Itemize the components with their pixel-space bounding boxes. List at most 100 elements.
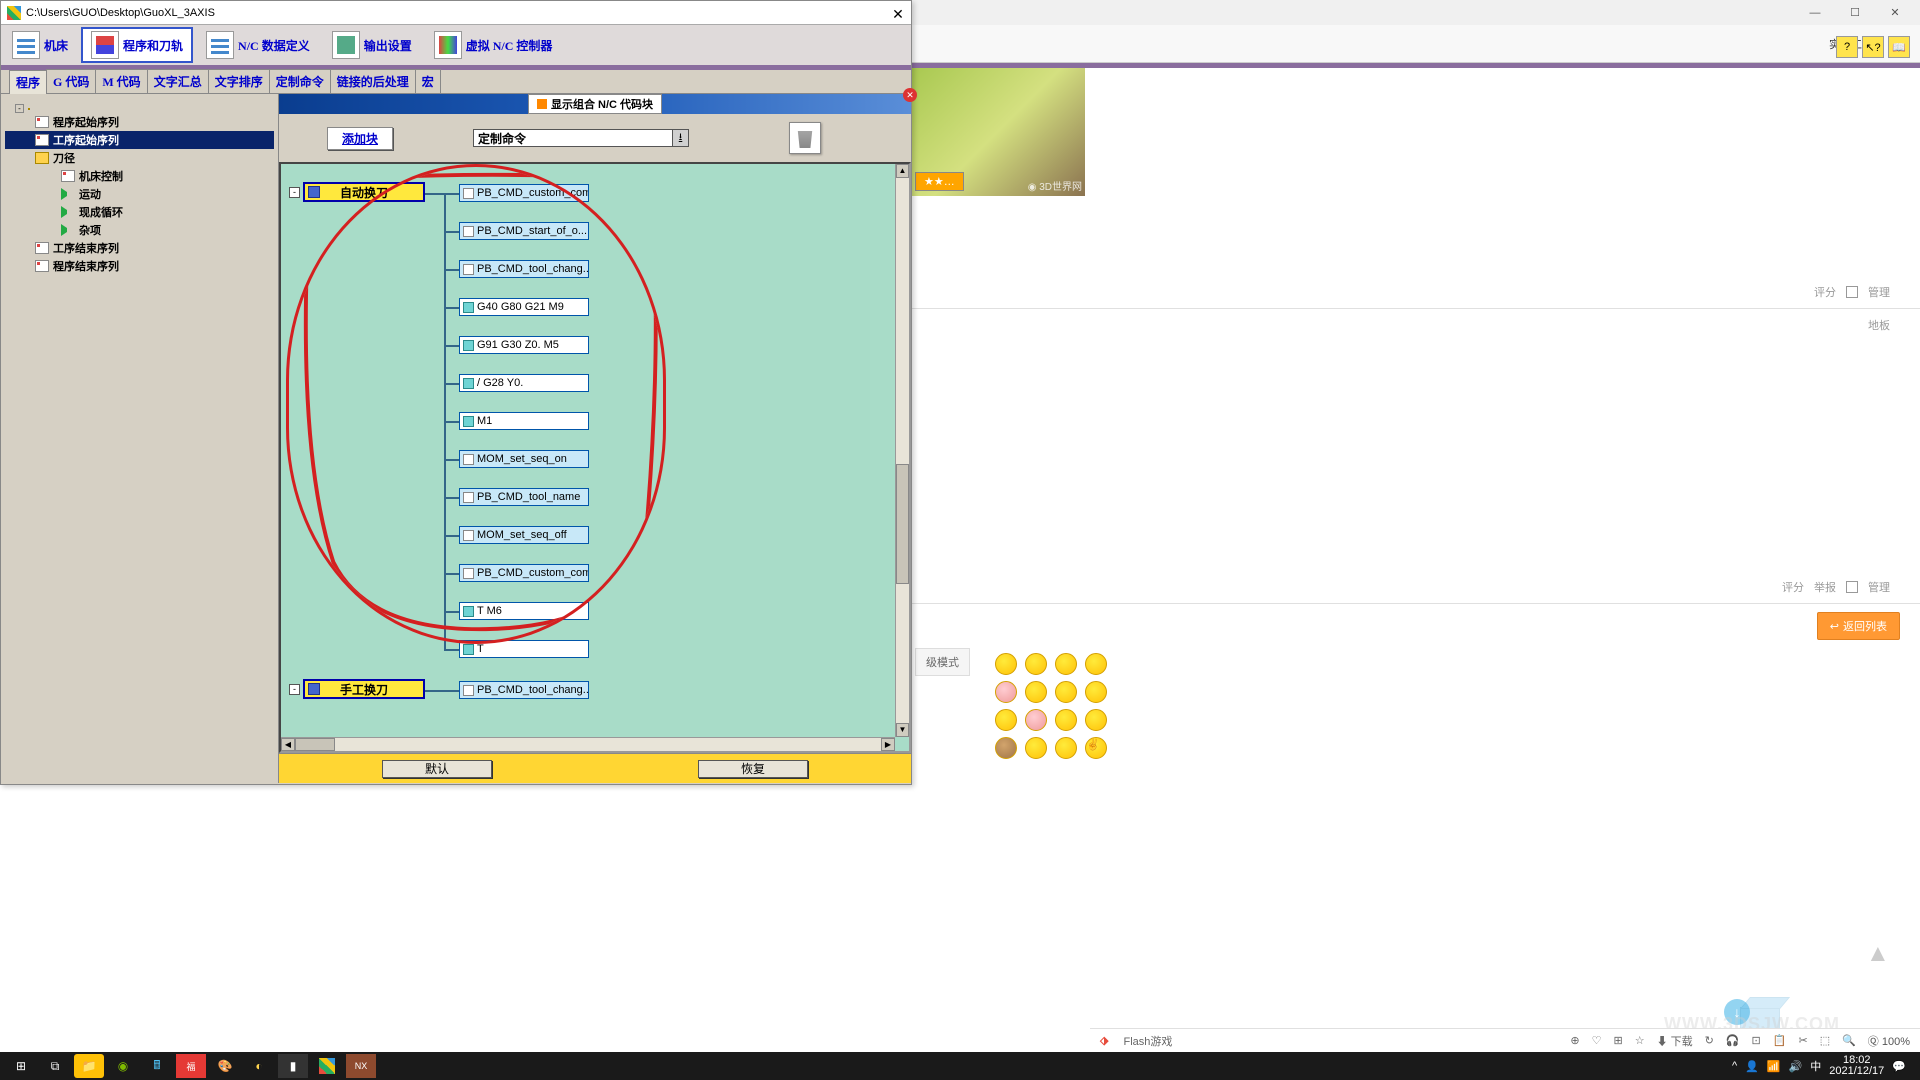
flash-label[interactable]: Flash游戏 <box>1123 1033 1172 1049</box>
delete-button[interactable]: ✕ <box>789 122 821 154</box>
combo-dropdown-icon[interactable]: ⭳ <box>673 129 689 147</box>
tree-item[interactable]: 刀径 <box>5 149 274 167</box>
status-icon[interactable]: ✂ <box>1798 1034 1807 1047</box>
horizontal-scrollbar[interactable]: ◀▶ <box>281 737 895 751</box>
subtab-custom-cmd[interactable]: 定制命令 <box>269 69 331 93</box>
title-bar[interactable]: C:\Users\GUO\Desktop\GuoXL_3AXIS ✕ <box>1 1 911 25</box>
bg-maximize-button[interactable]: ☐ <box>1845 6 1865 20</box>
emoji-icon[interactable] <box>1055 737 1077 759</box>
add-block-button[interactable]: 添加块 <box>327 127 393 150</box>
thumbnail-image[interactable]: ★★… ◉ 3D世界网 <box>910 68 1085 196</box>
manage-label-2[interactable]: 管理 <box>1868 579 1890 595</box>
tree-item[interactable]: 程序起始序列 <box>5 113 274 131</box>
command-block[interactable]: T <box>459 640 589 658</box>
status-icon[interactable]: ⊡ <box>1752 1034 1761 1047</box>
zoom-level[interactable]: Ⓠ 100% <box>1868 1033 1910 1049</box>
status-icon[interactable]: ⬚ <box>1820 1034 1830 1047</box>
rocket-icon[interactable]: ▲ <box>1866 940 1896 980</box>
vertical-scrollbar[interactable]: ▲ ▼ <box>895 164 909 737</box>
tree-item[interactable]: 程序结束序列 <box>5 257 274 275</box>
windows-taskbar[interactable]: ⊞ ⧉ 📁 ◉ 🖩 福 🎨 ◐ ▮ NX ^ 👤 📶 🔊 中 18:02 202… <box>0 1052 1920 1080</box>
tray-chevron-icon[interactable]: ^ <box>1732 1060 1737 1072</box>
tree-item[interactable]: 现成循环 <box>5 203 274 221</box>
emoji-icon[interactable] <box>1055 681 1077 703</box>
taskbar-app[interactable]: ◐ <box>244 1054 274 1078</box>
restore-button[interactable]: 恢复 <box>698 760 808 778</box>
command-combo[interactable]: ⭳ <box>473 129 689 147</box>
status-icon[interactable]: 📋 <box>1773 1034 1787 1047</box>
emoji-icon[interactable] <box>1025 737 1047 759</box>
status-icon[interactable]: ⊕ <box>1570 1034 1579 1047</box>
rating-label[interactable]: 评分 <box>1814 284 1836 300</box>
command-block[interactable]: / G28 Y0. <box>459 374 589 392</box>
emoji-icon[interactable] <box>995 709 1017 731</box>
subtab-macro[interactable]: 宏 <box>415 69 441 93</box>
emoji-icon[interactable]: ✌ <box>1085 737 1107 759</box>
command-block[interactable]: T M6 <box>459 602 589 620</box>
tree-item[interactable]: 机床控制 <box>5 167 274 185</box>
manage-label[interactable]: 管理 <box>1868 284 1890 300</box>
command-block[interactable]: G40 G80 G21 M9 <box>459 298 589 316</box>
status-icon[interactable]: 🔍 <box>1842 1034 1856 1047</box>
emoji-icon[interactable] <box>995 737 1017 759</box>
taskbar-app[interactable]: 📁 <box>74 1054 104 1078</box>
subtab-program[interactable]: 程序 <box>9 70 47 94</box>
subtab-word-sequence[interactable]: 文字排序 <box>208 69 270 93</box>
emoji-icon[interactable] <box>1025 709 1047 731</box>
tree-item[interactable]: 工序结束序列 <box>5 239 274 257</box>
tray-clock[interactable]: 18:02 2021/12/17 <box>1829 1055 1884 1077</box>
rating-checkbox[interactable] <box>1846 286 1858 298</box>
subtab-linked-post[interactable]: 链接的后处理 <box>330 69 416 93</box>
taskbar-app[interactable]: 福 <box>176 1054 206 1078</box>
command-block[interactable]: PB_CMD_custom_com... <box>459 564 589 582</box>
tray-volume-icon[interactable]: 🔊 <box>1789 1060 1803 1073</box>
help-icon[interactable]: ? <box>1836 36 1858 58</box>
emoji-picker[interactable]: ✌ <box>990 648 1114 764</box>
subtab-gcode[interactable]: G 代码 <box>46 69 96 93</box>
taskbar-app[interactable]: NX <box>346 1054 376 1078</box>
download-icon[interactable]: ⬇ 下载 <box>1657 1033 1693 1049</box>
event-block[interactable]: 手工换刀 <box>303 679 425 699</box>
taskbar-app[interactable]: ◉ <box>108 1054 138 1078</box>
tree-item[interactable]: 运动 <box>5 185 274 203</box>
manage-checkbox-2[interactable] <box>1846 581 1858 593</box>
command-block[interactable]: MOM_set_seq_on <box>459 450 589 468</box>
tree-root-toggle[interactable]: - <box>5 104 274 113</box>
emoji-icon[interactable] <box>1085 709 1107 731</box>
start-button[interactable]: ⊞ <box>6 1054 36 1078</box>
taskbar-app[interactable]: 🖩 <box>142 1054 172 1078</box>
subtab-mcode[interactable]: M 代码 <box>95 69 147 93</box>
default-button[interactable]: 默认 <box>382 760 492 778</box>
expand-icon[interactable]: - <box>289 684 300 695</box>
return-list-button[interactable]: ↩ 返回列表 <box>1817 612 1900 640</box>
command-block[interactable]: G91 G30 Z0. M5 <box>459 336 589 354</box>
command-block[interactable]: PB_CMD_tool_chang... <box>459 681 589 699</box>
bg-minimize-button[interactable]: — <box>1805 6 1825 20</box>
command-block[interactable]: PB_CMD_tool_name <box>459 488 589 506</box>
subtab-word-summary[interactable]: 文字汇总 <box>147 69 209 93</box>
tree-item[interactable]: 杂项 <box>5 221 274 239</box>
combo-input[interactable] <box>473 129 673 147</box>
adv-mode-label[interactable]: 级模式 <box>915 648 970 676</box>
status-icon[interactable]: ⊞ <box>1613 1034 1622 1047</box>
emoji-icon[interactable] <box>995 681 1017 703</box>
tree-item[interactable]: 工序起始序列 <box>5 131 274 149</box>
close-button[interactable]: ✕ <box>891 6 905 20</box>
emoji-icon[interactable] <box>1055 709 1077 731</box>
system-tray[interactable]: ^ 👤 📶 🔊 中 18:02 2021/12/17 💬 <box>1732 1055 1914 1077</box>
emoji-icon[interactable] <box>1085 681 1107 703</box>
tray-wifi-icon[interactable]: 📶 <box>1767 1060 1781 1073</box>
toolbar-machine[interactable]: 机床 <box>3 27 77 63</box>
command-block[interactable]: MOM_set_seq_off <box>459 526 589 544</box>
toolbar-output-settings[interactable]: 输出设置 <box>323 27 421 63</box>
tray-ime-icon[interactable]: 中 <box>1810 1058 1821 1074</box>
tray-people-icon[interactable]: 👤 <box>1745 1060 1759 1073</box>
toolbar-virtual-nc[interactable]: 虚拟 N/C 控制器 <box>425 27 562 63</box>
bg-close-button[interactable]: ✕ <box>1885 6 1905 20</box>
event-block[interactable]: 自动换刀 <box>303 182 425 202</box>
taskbar-app[interactable]: ▮ <box>278 1054 308 1078</box>
toolbar-nc-data[interactable]: N/C 数据定义 <box>197 27 319 63</box>
emoji-icon[interactable] <box>1085 653 1107 675</box>
toolbar-program-toolpath[interactable]: 程序和刀轨 <box>81 27 193 63</box>
book-icon[interactable]: 📖 <box>1888 36 1910 58</box>
